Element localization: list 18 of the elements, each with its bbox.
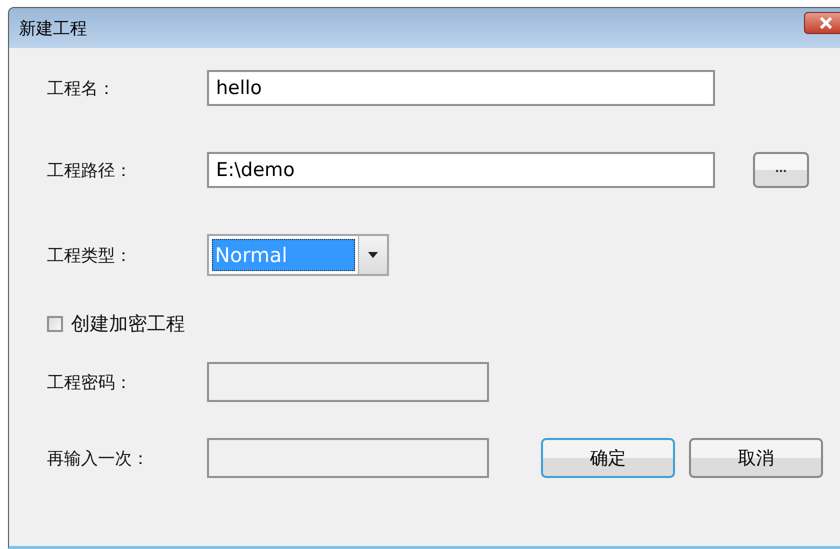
dropdown-value: Normal	[212, 239, 355, 271]
field-label: 工程密码：	[47, 372, 133, 394]
ok-button[interactable]: 确定	[541, 438, 675, 478]
checkbox[interactable]	[47, 316, 63, 332]
close-icon	[818, 17, 834, 29]
dropdown-button[interactable]	[358, 236, 387, 274]
text-field[interactable]: E:\demo	[207, 152, 715, 188]
checkbox-label: 创建加密工程	[71, 312, 185, 337]
field-label: 工程类型：	[47, 244, 133, 266]
close-button[interactable]	[804, 12, 840, 34]
browse-button[interactable]: ...	[753, 152, 809, 188]
cancel-button[interactable]: 取消	[689, 438, 823, 478]
window-title: 新建工程	[19, 18, 87, 40]
text-field[interactable]: hello	[207, 70, 715, 106]
field-label: 工程名：	[47, 78, 116, 100]
caret-icon	[368, 252, 378, 258]
field-label: 工程路径：	[47, 160, 133, 182]
field-label: 再输入一次：	[47, 448, 150, 470]
